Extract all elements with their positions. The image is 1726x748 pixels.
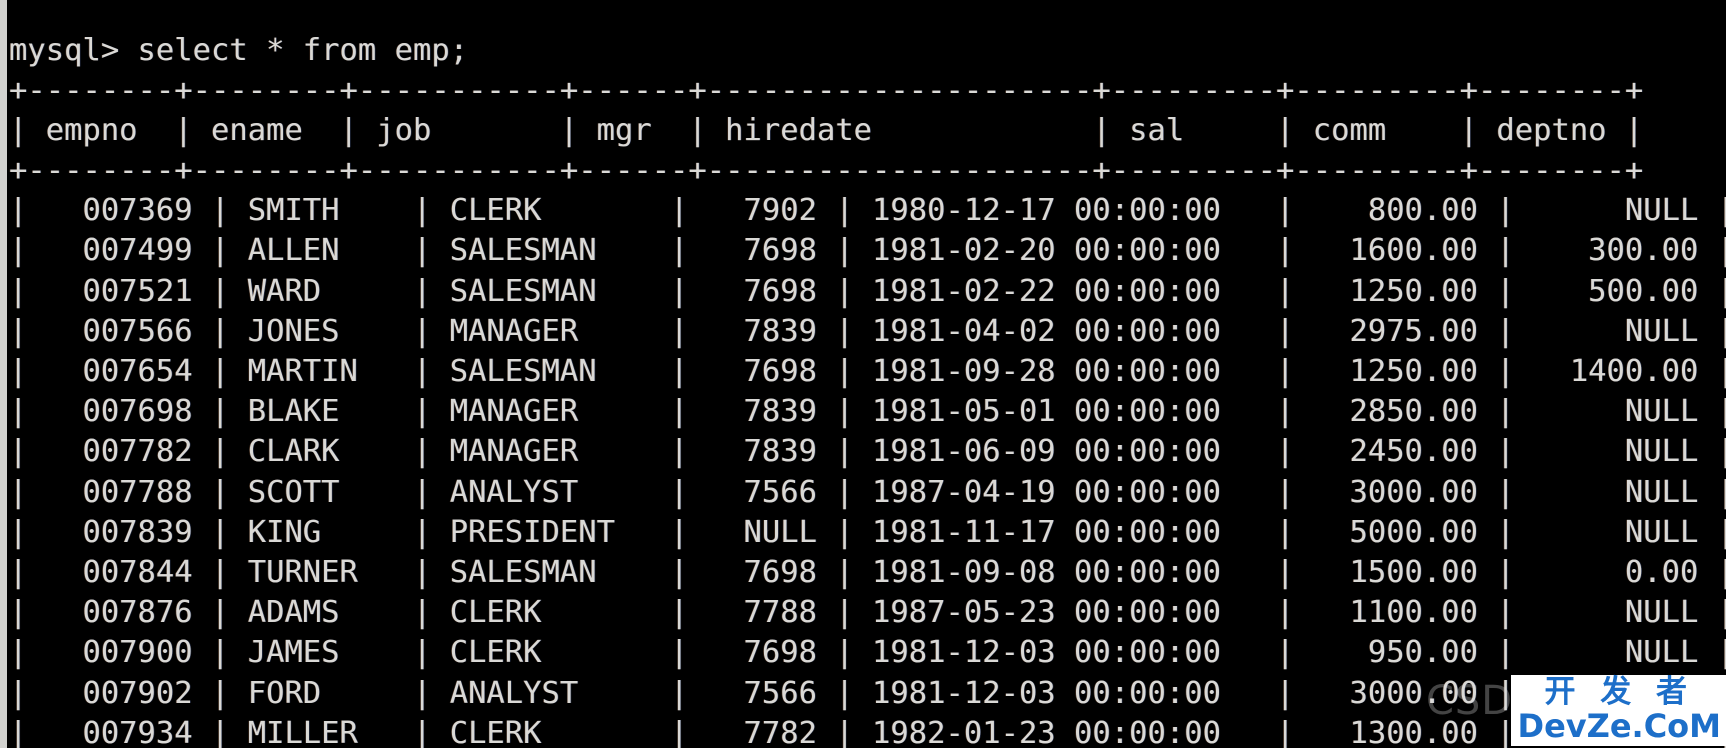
prompt-line: mysql> select * from emp; <box>9 32 469 68</box>
table-row: | 007369 | SMITH | CLERK | 7902 | 1980-1… <box>9 193 1726 229</box>
table-row: | 007566 | JONES | MANAGER | 7839 | 1981… <box>9 313 1726 349</box>
table-row: | 007876 | ADAMS | CLERK | 7788 | 1987-0… <box>9 595 1726 631</box>
table-row: | 007654 | MARTIN | SALESMAN | 7698 | 19… <box>9 354 1726 389</box>
table-row: | 007782 | CLARK | MANAGER | 7839 | 1981… <box>9 434 1726 470</box>
table-row: | 007900 | JAMES | CLERK | 7698 | 1981-1… <box>9 635 1726 671</box>
table-row: | 007934 | MILLER | CLERK | 7782 | 1982-… <box>9 715 1726 748</box>
table-header-row: | empno | ename | job | mgr | hiredate |… <box>9 112 1644 148</box>
table-row: | 007839 | KING | PRESIDENT | NULL | 198… <box>9 514 1726 550</box>
table-row: | 007902 | FORD | ANALYST | 7566 | 1981-… <box>9 675 1726 711</box>
console-output: mysql> select * from emp; +--------+-----… <box>9 31 1726 748</box>
table-row: | 007698 | BLAKE | MANAGER | 7839 | 1981… <box>9 394 1726 430</box>
table-row: | 007499 | ALLEN | SALESMAN | 7698 | 198… <box>9 233 1726 269</box>
window-left-border <box>0 0 7 748</box>
table-separator-header: +--------+--------+-----------+------+--… <box>9 153 1644 189</box>
table-row: | 007844 | TURNER | SALESMAN | 7698 | 19… <box>9 554 1726 590</box>
terminal-window: mysql> select * from emp; +--------+-----… <box>0 0 1726 748</box>
table-separator-top: +--------+--------+-----------+------+--… <box>9 72 1644 108</box>
table-row: | 007788 | SCOTT | ANALYST | 7566 | 1987… <box>9 474 1726 510</box>
table-row: | 007521 | WARD | SALESMAN | 7698 | 1981… <box>9 273 1726 309</box>
